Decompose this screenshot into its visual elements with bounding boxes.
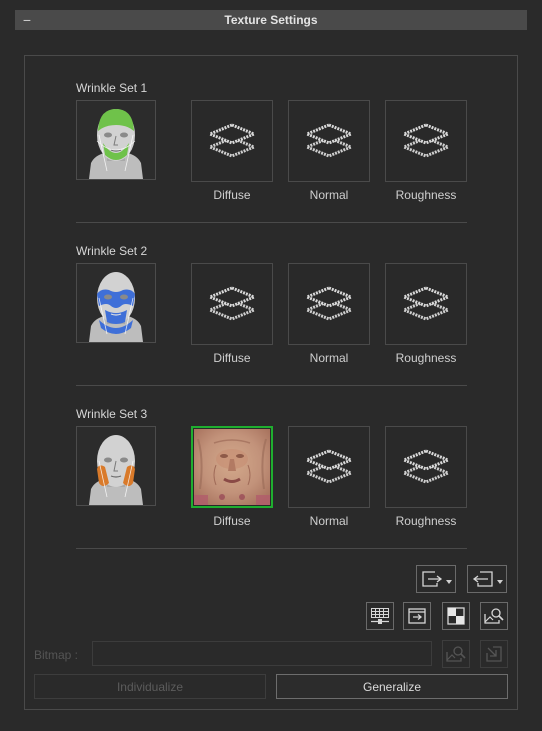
export-icon <box>422 571 443 587</box>
texture-settings-header[interactable]: − Texture Settings <box>15 10 527 30</box>
layers-icon <box>303 286 355 321</box>
individualize-button[interactable]: Individualize <box>34 674 266 699</box>
uv-grid-button[interactable] <box>366 602 394 630</box>
window-arrow-icon <box>408 608 426 624</box>
wrinkle-set-1-roughness-slot[interactable] <box>385 100 467 182</box>
layers-icon <box>400 123 452 158</box>
arrow-into-box-icon <box>486 646 502 662</box>
bitmap-browse-button[interactable] <box>442 640 470 668</box>
launch-editor-button[interactable] <box>403 602 431 630</box>
bitmap-import-button[interactable] <box>480 640 508 668</box>
divider <box>76 385 467 386</box>
diffuse-label: Diffuse <box>213 514 251 528</box>
bitmap-label: Bitmap : <box>34 648 79 662</box>
wrinkle-set-2-normal-slot[interactable] <box>288 263 370 345</box>
panel-title: Texture Settings <box>224 13 318 27</box>
normal-label: Normal <box>309 351 349 365</box>
wrinkle-set-3-diffuse-slot[interactable] <box>191 426 273 508</box>
browse-image-button[interactable] <box>480 602 508 630</box>
layers-icon <box>206 286 258 321</box>
export-dropdown-button[interactable] <box>416 565 456 593</box>
generalize-button[interactable]: Generalize <box>276 674 508 699</box>
roughness-label: Roughness <box>395 351 457 365</box>
skin-texture-thumbnail <box>194 429 270 505</box>
layers-icon <box>400 286 452 321</box>
face-blue-eyes-icon <box>76 263 156 343</box>
wrinkle-set-3-title: Wrinkle Set 3 <box>76 407 148 421</box>
import-icon <box>472 571 493 587</box>
normal-label: Normal <box>309 188 349 202</box>
wrinkle-set-1-title: Wrinkle Set 1 <box>76 81 148 95</box>
import-dropdown-button[interactable] <box>467 565 507 593</box>
wrinkle-set-1-normal-slot[interactable] <box>288 100 370 182</box>
image-search-icon <box>484 608 504 624</box>
roughness-label: Roughness <box>395 514 457 528</box>
diffuse-label: Diffuse <box>213 188 251 202</box>
wrinkle-set-1-diffuse-slot[interactable] <box>191 100 273 182</box>
layers-icon <box>303 449 355 484</box>
image-search-icon <box>446 646 466 662</box>
divider <box>76 222 467 223</box>
chevron-down-icon <box>497 580 503 584</box>
collapse-button[interactable]: − <box>18 10 36 30</box>
wrinkle-set-2-title: Wrinkle Set 2 <box>76 244 148 258</box>
wrinkle-set-2-roughness-slot[interactable] <box>385 263 467 345</box>
checker-icon <box>447 607 465 625</box>
face-orange-cheeks-icon <box>76 426 156 506</box>
roughness-label: Roughness <box>395 188 457 202</box>
wrinkle-set-3-roughness-slot[interactable] <box>385 426 467 508</box>
divider <box>76 548 467 549</box>
wrinkle-set-3-normal-slot[interactable] <box>288 426 370 508</box>
grid-slider-icon <box>371 608 389 624</box>
layers-icon <box>206 123 258 158</box>
diffuse-label: Diffuse <box>213 351 251 365</box>
face-green-forehead-icon <box>76 100 156 180</box>
chevron-down-icon <box>446 580 452 584</box>
layers-icon <box>400 449 452 484</box>
checker-button[interactable] <box>442 602 470 630</box>
bitmap-path-field[interactable] <box>92 641 432 666</box>
layers-icon <box>303 123 355 158</box>
wrinkle-set-2-diffuse-slot[interactable] <box>191 263 273 345</box>
normal-label: Normal <box>309 514 349 528</box>
